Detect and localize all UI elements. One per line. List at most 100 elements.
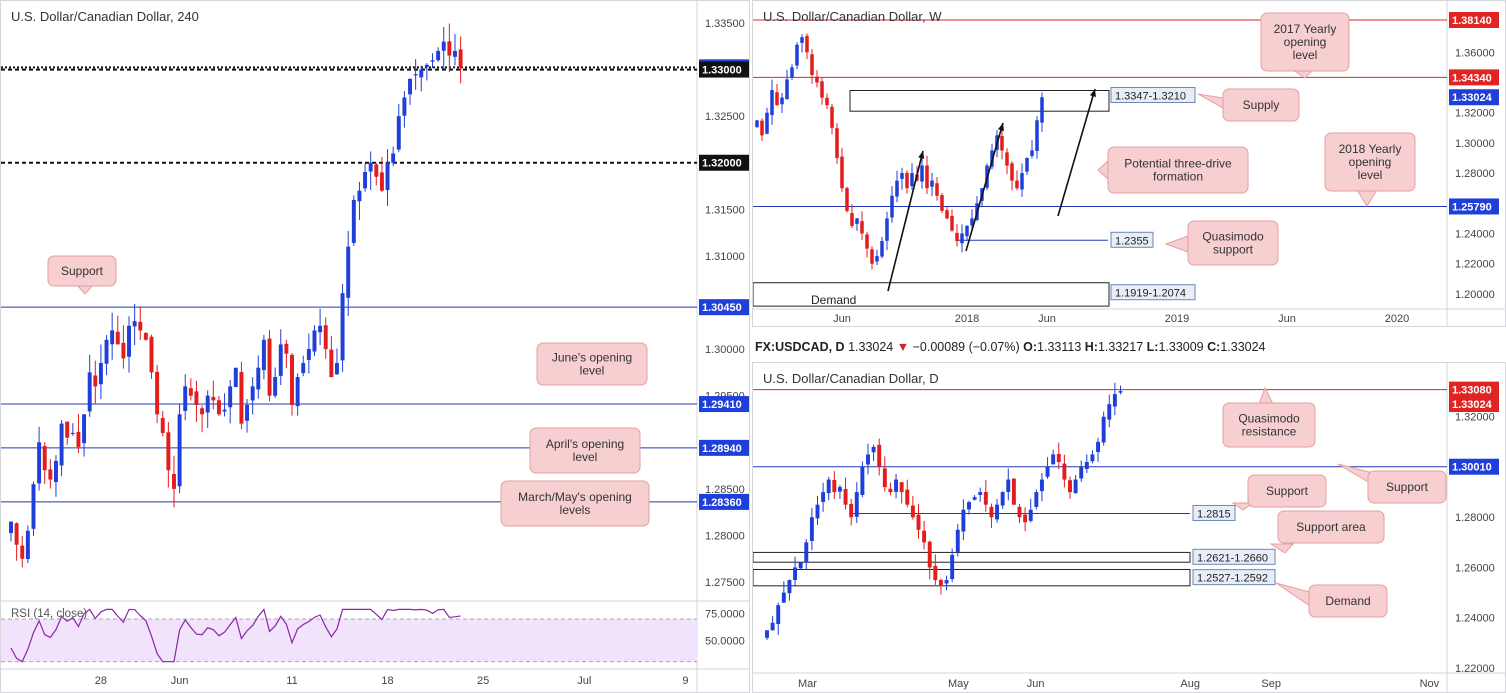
candle-body xyxy=(93,375,98,387)
time-tick-label: Mar xyxy=(798,678,817,690)
candle-body xyxy=(944,580,949,584)
candle-body xyxy=(76,431,81,447)
price-tick-label: 1.24000 xyxy=(1455,613,1495,625)
candle-body xyxy=(31,484,36,529)
candle-body xyxy=(1005,152,1009,166)
march-may-opening-callout: March/May's openinglevels xyxy=(500,480,650,527)
quasimodo-resistance-callout-text: resistance xyxy=(1242,425,1297,439)
level-price-label: 1.38140 xyxy=(1452,15,1492,27)
quasimodo-support-callout-text: Quasimodo xyxy=(1202,230,1264,244)
aprils-opening-callout-text: level xyxy=(573,450,598,464)
candle-body xyxy=(905,172,909,189)
candle-body xyxy=(368,162,373,172)
candle-body xyxy=(961,509,966,532)
level-price-label: 1.33024 xyxy=(1452,92,1493,104)
h4-chart-panel[interactable]: 1.335001.325001.315001.310001.300001.295… xyxy=(0,0,750,693)
candle-body xyxy=(14,523,19,545)
candle-body xyxy=(143,333,148,340)
candle-body xyxy=(1010,163,1014,181)
candle-body xyxy=(825,97,829,106)
candle-body xyxy=(955,232,959,242)
drive-arrow-1 xyxy=(887,150,924,292)
price-tick-label: 1.31000 xyxy=(705,251,745,263)
candle-body xyxy=(256,367,261,390)
candle-body xyxy=(374,164,379,177)
support-area-callout: Support area xyxy=(1269,510,1385,554)
junes-opening-callout: June's openinglevel xyxy=(536,342,648,386)
candle-body xyxy=(798,562,803,569)
candle-body xyxy=(155,371,160,415)
three-drive-callout-text: Potential three-drive xyxy=(1124,157,1232,171)
price-tick-label: 1.27500 xyxy=(705,577,745,589)
candle-body xyxy=(890,195,894,218)
h4-chart-svg[interactable]: 1.335001.325001.315001.310001.300001.295… xyxy=(1,1,750,693)
candle-body xyxy=(194,391,199,405)
candle-body xyxy=(48,469,53,480)
time-tick-label: Sep xyxy=(1261,678,1281,690)
candle-body xyxy=(1107,404,1112,420)
candle-body xyxy=(871,446,876,453)
candle-body xyxy=(104,339,109,364)
high-value: 1.33217 xyxy=(1097,340,1144,354)
level-price-label: 1.34340 xyxy=(1452,72,1492,84)
time-tick-label: Jun xyxy=(833,313,851,325)
daily-chart-panel[interactable]: 1.32000 1.28000 1.26000 1.24000 1.22000 1.262… xyxy=(752,362,1506,693)
daily-chart-svg[interactable]: 1.32000 1.28000 1.26000 1.24000 1.22000 1.262… xyxy=(753,363,1506,693)
yearly-2018-callout-pointer xyxy=(1356,189,1378,207)
level-price-label: 1.32000 xyxy=(702,158,742,170)
last-price: 1.33024 xyxy=(848,340,894,354)
demand-callout-text: Demand xyxy=(1325,594,1370,608)
candle-body xyxy=(1096,441,1101,453)
support-area-callout-text: Support area xyxy=(1296,520,1366,534)
candle-body xyxy=(312,330,317,352)
candle-body xyxy=(910,173,914,187)
candle-body xyxy=(760,120,764,136)
candle-body xyxy=(1000,135,1004,151)
candle-body xyxy=(290,354,294,405)
support-mid-callout: Support xyxy=(1231,474,1327,511)
level-price-label: 1.33024 xyxy=(1452,399,1493,411)
candle-body xyxy=(351,200,356,243)
candle-body xyxy=(1025,158,1029,172)
level-price-label: 1.33000 xyxy=(702,65,742,77)
candle-body xyxy=(1028,509,1033,521)
candle-body xyxy=(295,377,300,407)
candle-body xyxy=(905,489,910,505)
candle-body xyxy=(1015,180,1019,189)
candle-body xyxy=(138,321,143,331)
candle-body xyxy=(1017,506,1022,518)
candle-body xyxy=(925,165,929,189)
candle-body xyxy=(127,325,131,357)
candle-body xyxy=(205,395,210,413)
yearly-2018-callout: 2018 Yearlyopeninglevel xyxy=(1324,132,1416,207)
candle-body xyxy=(770,90,774,116)
candle-body xyxy=(261,339,266,371)
weekly-chart-svg[interactable]: 1.36000 1.32000 1.30000 1.28000 1.24000 1.220… xyxy=(753,1,1506,327)
candle-body xyxy=(318,325,323,333)
candle-body xyxy=(1039,479,1044,492)
candle-body xyxy=(121,342,126,359)
candle-body xyxy=(239,372,244,424)
candle-body xyxy=(855,218,859,224)
open-label: O: xyxy=(1023,340,1038,354)
candle-body xyxy=(815,76,819,83)
daily-ohlc-info-line: FX:USDCAD, D 1.33024 ▼ −0.00089 (−0.07%)… xyxy=(755,340,1266,354)
daily-chart-title: U.S. Dollar/Canadian Dollar, D xyxy=(763,371,939,386)
symbol-label: FX:USDCAD, D xyxy=(755,340,845,354)
candle-body xyxy=(1035,120,1039,151)
candle-body xyxy=(160,417,165,433)
price-tick-label: 1.32000 xyxy=(1455,108,1495,120)
candle-body xyxy=(880,241,884,257)
candle-body xyxy=(59,423,64,466)
candle-body xyxy=(115,331,120,345)
weekly-chart-panel[interactable]: 1.36000 1.32000 1.30000 1.28000 1.24000 1.220… xyxy=(752,0,1506,327)
candle-body xyxy=(920,165,924,182)
candle-body xyxy=(930,180,934,187)
level-price-label: 1.28360 xyxy=(702,497,742,509)
candle-body xyxy=(860,466,865,495)
quasimodo-support-callout-pointer xyxy=(1164,235,1189,253)
candles-group xyxy=(9,23,463,568)
candle-body xyxy=(385,162,390,190)
candle-body xyxy=(329,349,334,378)
time-tick-label: 25 xyxy=(477,675,489,687)
